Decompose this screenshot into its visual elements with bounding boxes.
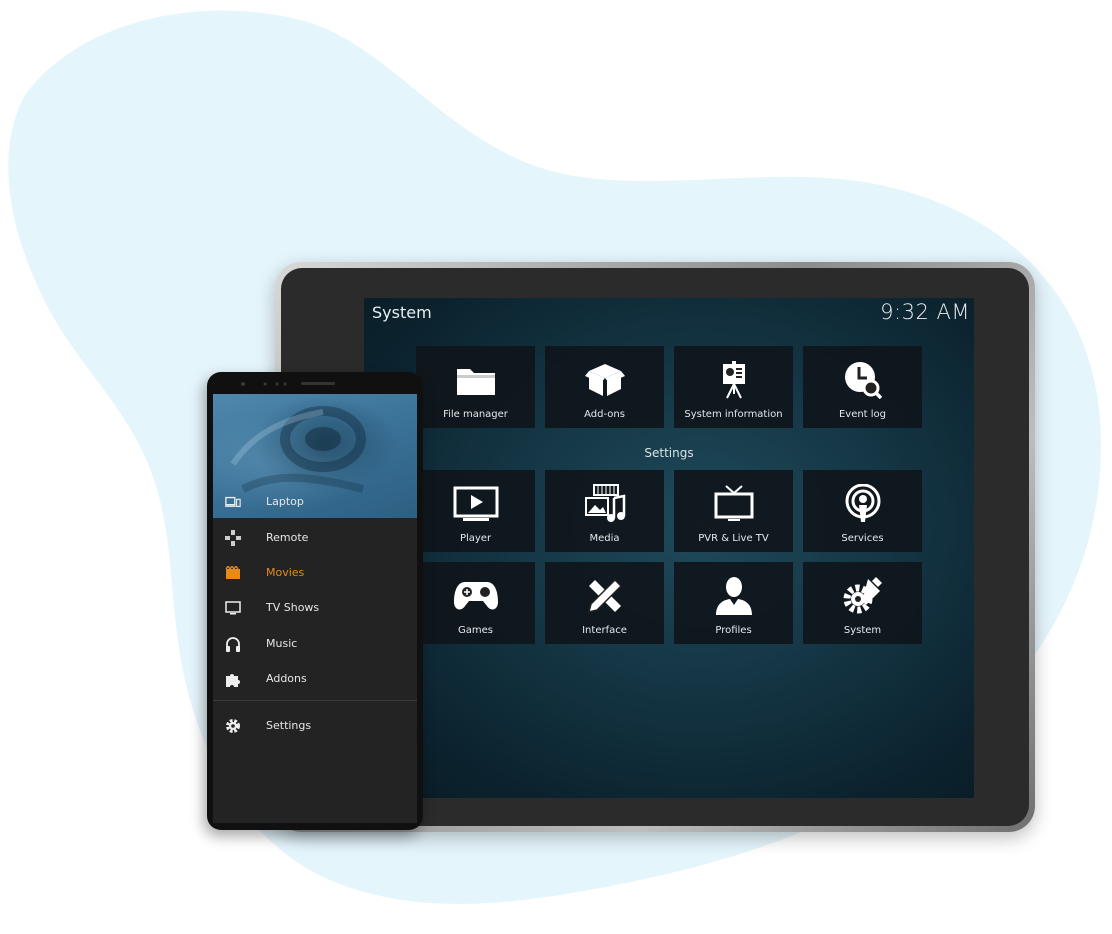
tile-label: PVR & Live TV [698,533,769,544]
gear-icon [225,718,241,734]
menu-item-addons[interactable]: Addons [213,661,417,696]
kodi-system-screen: System 9:32 AM File manager Add-ons Syst [364,298,974,798]
tile-services[interactable]: Services [803,470,922,552]
clock-search-icon [844,360,882,400]
menu-item-movies[interactable]: Movies [213,555,417,590]
tile-label: Profiles [715,625,752,636]
phone-device: Laptop Remote Movies TV Shows Music Addo… [207,372,423,830]
tile-add-ons[interactable]: Add-ons [545,346,664,428]
gears-icon [842,576,884,616]
phone-speaker-bar [207,372,423,394]
clock: 9:32 AM [880,300,970,324]
tile-file-manager[interactable]: File manager [416,346,535,428]
tile-interface[interactable]: Interface [545,562,664,644]
puzzle-icon [225,671,241,687]
section-label-settings: Settings [644,446,694,460]
tile-label: File manager [443,409,508,420]
menu-label: TV Shows [266,601,320,614]
menu-label: Movies [266,566,305,579]
tv-icon [713,484,755,524]
phone-screen: Laptop Remote Movies TV Shows Music Addo… [213,394,417,823]
tile-label: Interface [582,625,627,636]
tile-profiles[interactable]: Profiles [674,562,793,644]
user-icon [714,576,754,616]
menu-item-music[interactable]: Music [213,626,417,661]
clapper-icon [225,565,241,581]
page-title: System [372,303,432,322]
media-icon [582,484,628,524]
presentation-icon [719,360,749,400]
menu-label: Laptop [266,495,304,508]
tile-label: Player [459,533,492,544]
menu-label: Music [266,637,298,650]
menu-label: Remote [266,531,309,544]
play-screen-icon [453,484,499,524]
menu-item-settings[interactable]: Settings [213,708,417,743]
devices-icon [225,494,241,510]
tile-system[interactable]: System [803,562,922,644]
podcast-icon [844,484,882,524]
tile-label: Event log [838,409,887,420]
tile-label: System [843,625,882,636]
box-icon [584,360,625,400]
tile-label: Add-ons [584,409,625,420]
monitor-icon [225,600,241,616]
tile-system-information[interactable]: System information [674,346,793,428]
menu-item-laptop[interactable]: Laptop [213,484,417,519]
tile-label: System information [684,409,783,420]
menu-label: Settings [266,719,312,732]
tile-media[interactable]: Media [545,470,664,552]
tile-player[interactable]: Player [416,470,535,552]
folder-icon [455,360,497,400]
dpad-icon [225,529,241,546]
tile-label: Games [458,625,493,636]
menu-divider [213,700,417,701]
tile-event-log[interactable]: Event log [803,346,922,428]
tile-pvr-live-tv[interactable]: PVR & Live TV [674,470,793,552]
pencil-ruler-icon [585,576,625,616]
headphones-icon [225,636,241,652]
gamepad-icon [453,576,499,616]
tile-label: Media [589,533,620,544]
tile-label: Services [841,533,884,544]
tile-games[interactable]: Games [416,562,535,644]
menu-label: Addons [266,672,307,685]
menu-item-remote[interactable]: Remote [213,520,417,555]
menu-item-tv-shows[interactable]: TV Shows [213,590,417,625]
